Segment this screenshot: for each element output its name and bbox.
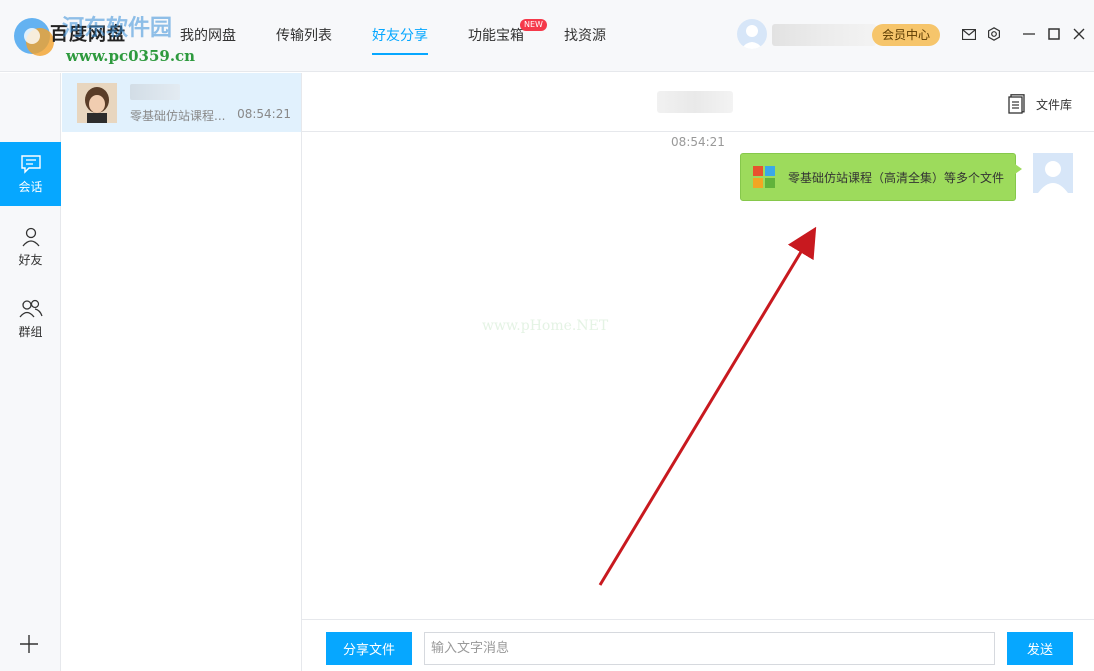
conversation-item[interactable]: 零基础仿站课程... 08:54:21 — [62, 73, 301, 132]
vip-center-button[interactable]: 会员中心 — [872, 24, 941, 46]
nav-friend-share[interactable]: 好友分享 — [372, 0, 428, 72]
rail-item-groups[interactable]: 群组 — [0, 287, 61, 351]
rail-item-label: 会话 — [18, 179, 43, 194]
message-input[interactable] — [424, 632, 995, 665]
plus-icon[interactable] — [18, 633, 40, 655]
default-avatar-icon — [741, 25, 763, 49]
conversation-list: 零基础仿站课程... 08:54:21 — [62, 73, 302, 671]
rail-item-label: 群组 — [18, 324, 43, 339]
rail-item-label: 好友 — [18, 252, 43, 267]
mail-icon[interactable] — [961, 26, 977, 42]
nav-transfer-list[interactable]: 传输列表 — [276, 0, 332, 72]
close-icon[interactable] — [1071, 26, 1087, 42]
nav-toolbox-label: 功能宝箱 — [468, 28, 524, 44]
user-name-redacted — [772, 24, 876, 46]
title-bar: 百度网盘 河东软件园 www.pc0359.cn 我的网盘 传输列表 好友分享 … — [0, 0, 1094, 72]
contact-name-redacted — [130, 84, 180, 100]
settings-icon[interactable] — [986, 26, 1002, 42]
nav-my-disk[interactable]: 我的网盘 — [180, 0, 236, 72]
nav-toolbox[interactable]: 功能宝箱 NEW — [468, 0, 547, 72]
contact-avatar — [77, 83, 117, 123]
watermark-text: 河东软件园 — [62, 15, 173, 41]
annotation-arrow — [598, 226, 817, 586]
rail-item-friends[interactable]: 好友 — [0, 215, 61, 279]
group-icon — [18, 299, 43, 317]
chat-icon — [20, 154, 41, 174]
new-badge: NEW — [520, 19, 547, 31]
minimize-icon[interactable] — [1021, 26, 1037, 42]
send-button[interactable]: 发送 — [1007, 632, 1073, 665]
left-rail: 会话 好友 群组 — [0, 73, 61, 671]
conversation-preview: 零基础仿站课程... — [130, 109, 226, 123]
chat-panel: 文件库 08:54:21 零基础仿站课程（高清全集）等多个文件 www.pHom… — [302, 73, 1094, 671]
conversation-time: 08:54:21 — [237, 107, 291, 121]
top-nav: 我的网盘 传输列表 好友分享 功能宝箱 NEW 找资源 — [180, 0, 646, 72]
nav-find-resources[interactable]: 找资源 — [564, 0, 606, 72]
maximize-icon[interactable] — [1046, 26, 1062, 42]
rail-item-conversations[interactable]: 会话 — [0, 142, 61, 206]
watermark-url: www.pc0359.cn — [66, 47, 196, 65]
user-avatar[interactable] — [737, 19, 767, 49]
share-file-button[interactable]: 分享文件 — [326, 632, 412, 665]
person-icon — [21, 227, 40, 246]
chat-input-bar: 分享文件 发送 — [302, 619, 1094, 671]
